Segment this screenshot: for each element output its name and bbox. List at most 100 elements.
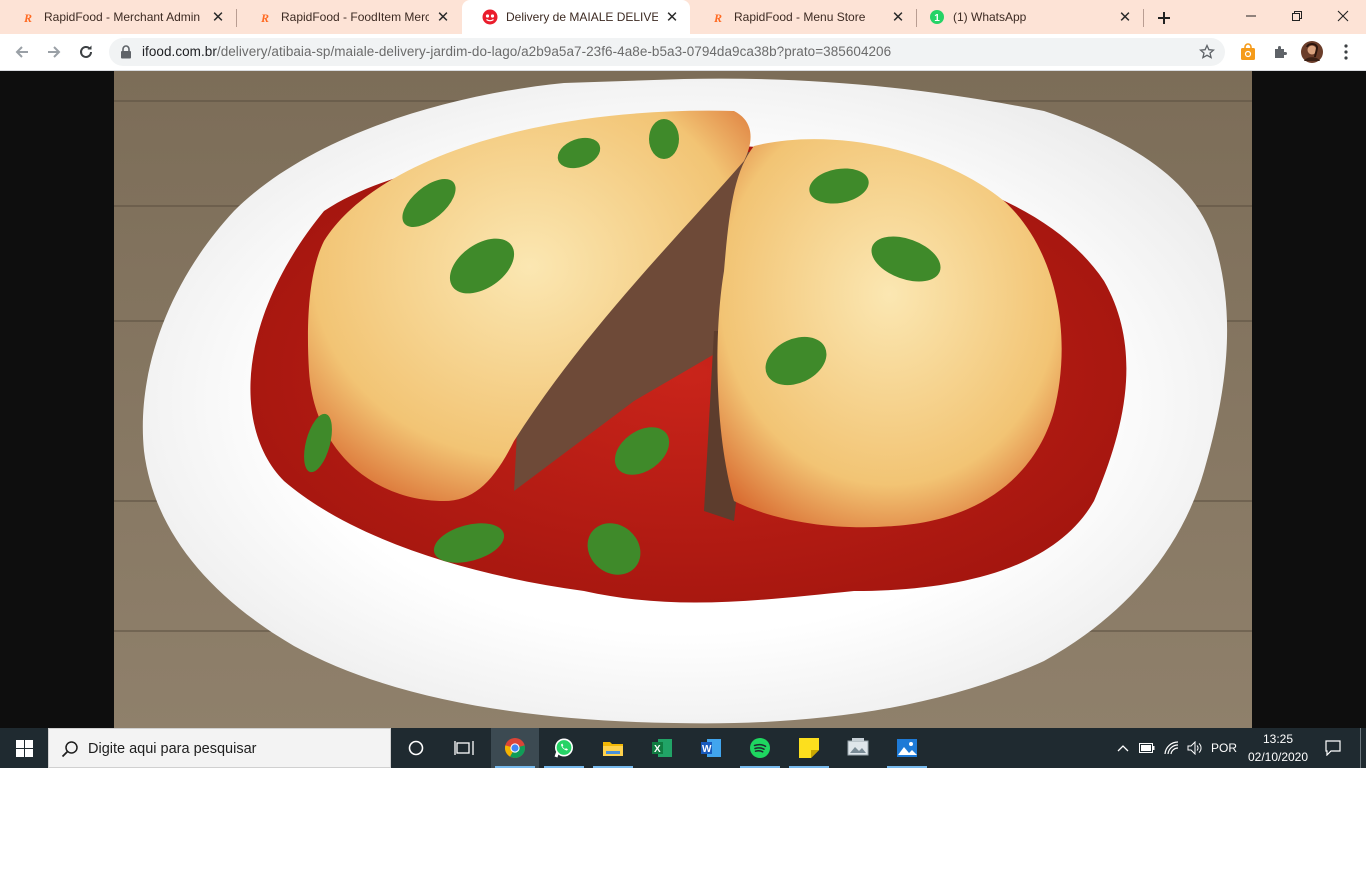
arrow-left-icon xyxy=(15,46,28,58)
tab-label: RapidFood - FoodItem Mercha xyxy=(281,10,429,24)
forward-button[interactable] xyxy=(40,38,68,66)
chevron-up-icon xyxy=(1117,745,1129,752)
tab-separator xyxy=(1143,9,1144,27)
minimize-button[interactable] xyxy=(1228,0,1274,32)
search-placeholder: Digite aqui para pesquisar xyxy=(88,741,257,757)
running-indicator xyxy=(887,766,927,768)
running-indicator xyxy=(593,766,633,768)
speaker-icon xyxy=(1187,741,1202,755)
svg-text:R: R xyxy=(260,11,269,24)
close-icon[interactable]: ✕ xyxy=(210,9,226,25)
running-indicator xyxy=(789,766,829,768)
taskbar-word[interactable]: W xyxy=(687,728,735,768)
sticky-notes-icon xyxy=(799,738,819,758)
tab-strip: R RapidFood - Merchant Admin ✕ R RapidFo… xyxy=(0,0,1366,34)
svg-text:W: W xyxy=(702,744,712,755)
dish-photo[interactable] xyxy=(114,71,1252,728)
svg-text:R: R xyxy=(713,11,722,24)
menu-button[interactable] xyxy=(1332,38,1360,66)
rapidfood-icon: R xyxy=(20,9,36,25)
rapidfood-icon: R xyxy=(710,9,726,25)
restore-button[interactable] xyxy=(1274,0,1320,32)
whatsapp-icon xyxy=(554,738,573,758)
tab-label: RapidFood - Menu Store xyxy=(734,10,866,24)
close-window-button[interactable] xyxy=(1320,0,1366,32)
tab-merchant-admin[interactable]: R RapidFood - Merchant Admin ✕ xyxy=(0,0,236,34)
volume-button[interactable] xyxy=(1184,728,1206,768)
url-host: ifood.com.br xyxy=(142,44,217,59)
taskbar-excel[interactable]: X xyxy=(638,728,686,768)
clock-time: 13:25 xyxy=(1262,732,1294,746)
battery-button[interactable] xyxy=(1136,728,1158,768)
tab-label: (1) WhatsApp xyxy=(953,10,1027,24)
taskbar-file-explorer[interactable] xyxy=(589,728,637,768)
tab-whatsapp[interactable]: 1 (1) WhatsApp ✕ xyxy=(917,0,1143,34)
show-desktop-button[interactable] xyxy=(1360,728,1361,768)
svg-text:R: R xyxy=(23,11,32,24)
star-icon[interactable] xyxy=(1199,44,1215,60)
tab-label: RapidFood - Merchant Admin xyxy=(44,10,201,24)
cortana-button[interactable] xyxy=(392,728,440,768)
taskbar-search-input[interactable]: Digite aqui para pesquisar xyxy=(48,728,391,768)
show-hidden-icons-button[interactable] xyxy=(1112,728,1134,768)
taskbar-photo-viewer[interactable] xyxy=(834,728,882,768)
spotify-icon xyxy=(750,738,770,758)
url-text[interactable]: ifood.com.br/delivery/atibaia-sp/maiale-… xyxy=(142,44,891,59)
close-icon[interactable]: ✕ xyxy=(435,9,451,25)
new-tab-button[interactable] xyxy=(1150,4,1178,32)
minimize-icon xyxy=(1246,15,1256,17)
folder-icon xyxy=(603,742,623,756)
profile-button[interactable] xyxy=(1298,38,1326,66)
plus-icon xyxy=(1158,12,1170,24)
task-view-icon xyxy=(454,741,474,755)
battery-icon xyxy=(1139,743,1155,753)
running-indicator xyxy=(740,766,780,768)
close-icon[interactable]: ✕ xyxy=(890,9,906,25)
rapidfood-icon: R xyxy=(257,9,273,25)
word-icon: W xyxy=(701,739,721,757)
running-indicator xyxy=(544,766,584,768)
back-button[interactable] xyxy=(8,38,36,66)
windows-taskbar: Digite aqui para pesquisar X W POR 13:25… xyxy=(0,728,1366,768)
taskbar-spotify[interactable] xyxy=(736,728,784,768)
task-view-button[interactable] xyxy=(440,728,488,768)
avatar xyxy=(1301,41,1323,63)
taskbar-chrome[interactable] xyxy=(491,728,539,768)
taskbar-photos[interactable] xyxy=(883,728,931,768)
kebab-menu-icon xyxy=(1344,44,1348,60)
whatsapp-badge-icon: 1 xyxy=(929,9,945,25)
svg-text:X: X xyxy=(654,744,661,755)
whatsapp-badge-count: 1 xyxy=(934,13,940,24)
reload-button[interactable] xyxy=(72,38,100,66)
start-button[interactable] xyxy=(0,728,48,768)
taskbar-whatsapp[interactable] xyxy=(540,728,588,768)
arrow-right-icon xyxy=(48,46,61,58)
search-icon xyxy=(61,741,78,758)
restore-icon xyxy=(1292,11,1302,21)
action-center-button[interactable] xyxy=(1320,728,1346,768)
ifood-icon xyxy=(482,9,498,25)
wifi-icon xyxy=(1164,741,1179,755)
notification-icon xyxy=(1325,740,1341,756)
tab-menu-store[interactable]: R RapidFood - Menu Store ✕ xyxy=(690,0,916,34)
close-icon xyxy=(1337,10,1349,22)
tab-fooditem-merchant[interactable]: R RapidFood - FoodItem Mercha ✕ xyxy=(237,0,461,34)
tab-label: Delivery de MAIALE DELIVERY xyxy=(506,10,658,24)
photos-icon xyxy=(897,739,917,757)
photo-viewer-icon xyxy=(847,738,869,756)
close-icon[interactable]: ✕ xyxy=(1117,9,1133,25)
tab-maiale-delivery[interactable]: Delivery de MAIALE DELIVERY ✕ xyxy=(462,0,690,34)
extensions-button[interactable] xyxy=(1266,38,1294,66)
lock-icon[interactable] xyxy=(120,45,132,59)
excel-icon: X xyxy=(652,739,672,757)
puzzle-icon xyxy=(1275,46,1287,58)
network-button[interactable] xyxy=(1160,728,1184,768)
address-bar[interactable]: ifood.com.br/delivery/atibaia-sp/maiale-… xyxy=(109,38,1225,66)
chrome-icon xyxy=(504,738,526,759)
windows-logo-icon xyxy=(15,739,33,757)
shopping-bag-icon xyxy=(1241,43,1255,60)
extension-shopping-button[interactable] xyxy=(1234,38,1262,66)
url-path: /delivery/atibaia-sp/maiale-delivery-jar… xyxy=(216,44,892,59)
close-icon[interactable]: ✕ xyxy=(664,9,680,25)
taskbar-sticky-notes[interactable] xyxy=(785,728,833,768)
